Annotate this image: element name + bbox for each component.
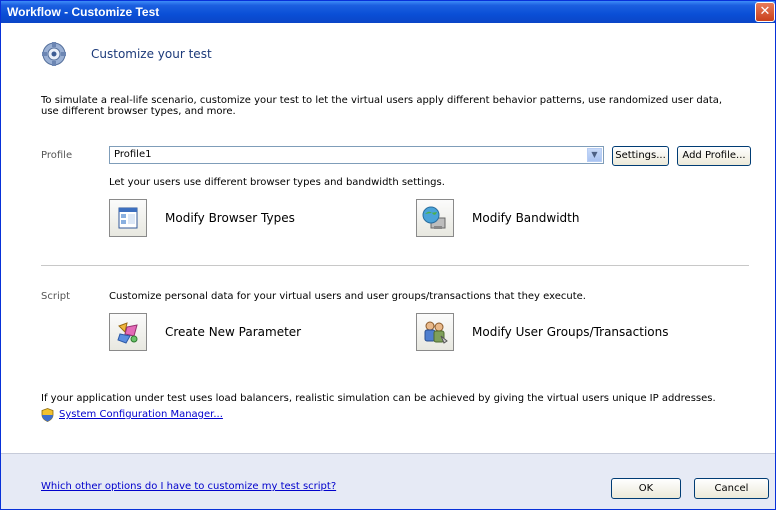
modify-bandwidth-action[interactable]: Modify Bandwidth: [416, 199, 616, 237]
profile-hint: Let your users use different browser typ…: [109, 177, 445, 188]
intro-text: To simulate a real-life scenario, custom…: [41, 95, 723, 117]
profile-dropdown[interactable]: Profile1 ▼: [109, 146, 604, 164]
modify-browser-types-action[interactable]: Modify Browser Types: [109, 199, 329, 237]
add-profile-button[interactable]: Add Profile...: [677, 146, 751, 166]
help-options-link[interactable]: Which other options do I have to customi…: [41, 481, 336, 492]
settings-gear-icon: [42, 42, 66, 66]
network-globe-icon: [416, 199, 454, 237]
ip-info-text: If your application under test uses load…: [41, 393, 716, 404]
modify-browser-types-label: Modify Browser Types: [165, 211, 295, 225]
profile-label: Profile: [41, 150, 73, 161]
section-divider: [41, 265, 749, 266]
modify-user-groups-action[interactable]: Modify User Groups/Transactions: [416, 313, 696, 351]
system-configuration-manager-link[interactable]: System Configuration Manager...: [59, 409, 223, 420]
script-label: Script: [41, 291, 71, 302]
script-hint: Customize personal data for your virtual…: [109, 291, 586, 302]
create-new-parameter-label: Create New Parameter: [165, 325, 302, 339]
settings-button[interactable]: Settings...: [612, 146, 669, 166]
modify-user-groups-label: Modify User Groups/Transactions: [472, 325, 669, 339]
user-groups-icon: [416, 313, 454, 351]
profile-selected-value: Profile1: [114, 149, 152, 160]
ok-button[interactable]: OK: [611, 478, 681, 499]
parameter-puzzle-icon: [109, 313, 147, 351]
shield-icon: [41, 408, 54, 422]
customize-test-dialog: Workflow - Customize Test ✕ Customize yo…: [0, 0, 776, 510]
create-new-parameter-action[interactable]: Create New Parameter: [109, 313, 329, 351]
title-bar[interactable]: Workflow - Customize Test ✕: [1, 1, 775, 23]
chevron-down-icon[interactable]: ▼: [587, 148, 602, 162]
close-button[interactable]: ✕: [755, 2, 775, 22]
cancel-button[interactable]: Cancel: [694, 478, 769, 499]
page-title: Customize your test: [91, 47, 212, 61]
modify-bandwidth-label: Modify Bandwidth: [472, 211, 580, 225]
window-title: Workflow - Customize Test: [7, 5, 160, 19]
browser-window-icon: [109, 199, 147, 237]
